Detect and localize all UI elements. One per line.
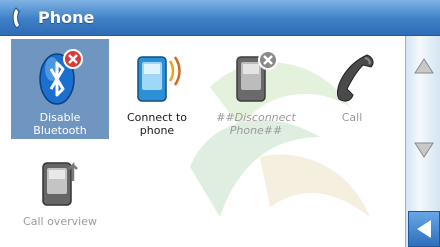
scroll-down-button[interactable] [407,132,440,168]
tile-label: Connect to phone [126,111,188,137]
phone-disconnect-icon [236,50,278,102]
page-title: Phone [38,8,95,27]
tile-label: ##Disconnect Phone## [216,111,296,137]
scroll-up-button[interactable] [407,48,440,84]
tile-label: Call [341,111,363,124]
tile-label: Disable Bluetooth [33,111,87,137]
title-bar: Phone [0,0,440,36]
call-overview-icon [42,161,78,206]
phone-handset-icon [12,7,22,29]
tile-call-overview[interactable]: Call overview [11,143,109,243]
menu-grid: Disable Bluetooth Connect to phone ##Dis… [0,37,405,247]
bluetooth-icon [39,49,83,105]
tile-disable-bluetooth[interactable]: Disable Bluetooth [11,39,109,139]
phone-connect-icon [137,56,181,102]
tile-call[interactable]: Call [303,39,401,139]
back-button[interactable] [408,211,440,247]
handset-icon [337,54,374,102]
tile-label: Call overview [23,215,97,228]
tile-connect-to-phone[interactable]: Connect to phone [108,39,206,139]
tile-disconnect-phone: ##Disconnect Phone## [207,39,305,139]
scroll-down-icon [413,142,434,158]
back-arrow-icon [417,220,431,238]
scroll-up-icon [413,58,434,74]
